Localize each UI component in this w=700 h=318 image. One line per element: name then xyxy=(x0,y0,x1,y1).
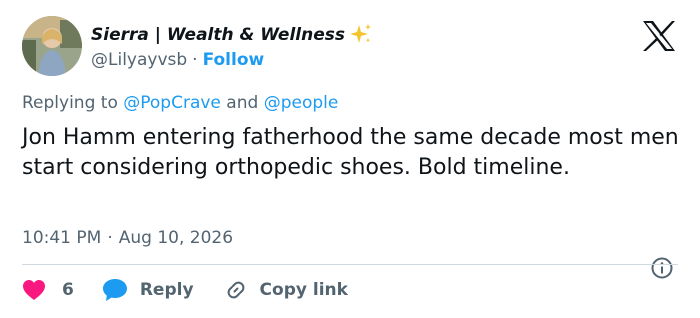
reply-label: Reply xyxy=(139,280,194,300)
author-display-name[interactable]: Sierra | Wealth & Wellness xyxy=(91,25,345,45)
link-icon xyxy=(224,278,248,302)
x-logo-icon[interactable] xyxy=(641,20,677,52)
author-handle[interactable]: @Lilyayvsb xyxy=(91,50,187,70)
tweet-timestamp: 10:41 PM · Aug 10, 2026 xyxy=(22,226,233,250)
mention-link-people[interactable]: @people xyxy=(264,93,339,113)
info-icon[interactable] xyxy=(650,256,674,280)
tweet-date[interactable]: Aug 10, 2026 xyxy=(119,228,233,248)
tweet-text: Jon Hamm entering fatherhood the same de… xyxy=(22,125,679,180)
divider xyxy=(22,264,678,265)
author-handle-row: @Lilyayvsb · Follow xyxy=(91,48,264,72)
mention-link-popcrave[interactable]: @PopCrave xyxy=(123,93,221,113)
like-count: 6 xyxy=(62,280,74,300)
avatar[interactable] xyxy=(22,16,82,76)
heart-icon xyxy=(22,279,46,301)
follow-button[interactable]: Follow xyxy=(203,50,265,70)
speech-bubble-icon xyxy=(102,278,128,302)
action-bar: 6 Reply Copy link xyxy=(22,276,348,304)
reply-context: Replying to @PopCrave and @people xyxy=(22,93,338,113)
like-button[interactable]: 6 xyxy=(22,279,74,301)
copy-link-button[interactable]: Copy link xyxy=(224,278,348,302)
reply-button[interactable]: Reply xyxy=(102,278,194,302)
reply-context-conjunction: and xyxy=(220,93,264,113)
author-name-row: Sierra | Wealth & Wellness xyxy=(91,23,373,47)
tweet-card: Sierra | Wealth & Wellness @Lilyayvsb · … xyxy=(0,0,700,318)
handle-separator: · xyxy=(192,50,198,70)
timestamp-separator: · xyxy=(107,228,113,248)
reply-context-prefix: Replying to xyxy=(22,93,124,113)
tweet-time[interactable]: 10:41 PM xyxy=(22,228,101,248)
sparkles-icon xyxy=(349,23,373,47)
copy-link-label: Copy link xyxy=(259,280,348,300)
